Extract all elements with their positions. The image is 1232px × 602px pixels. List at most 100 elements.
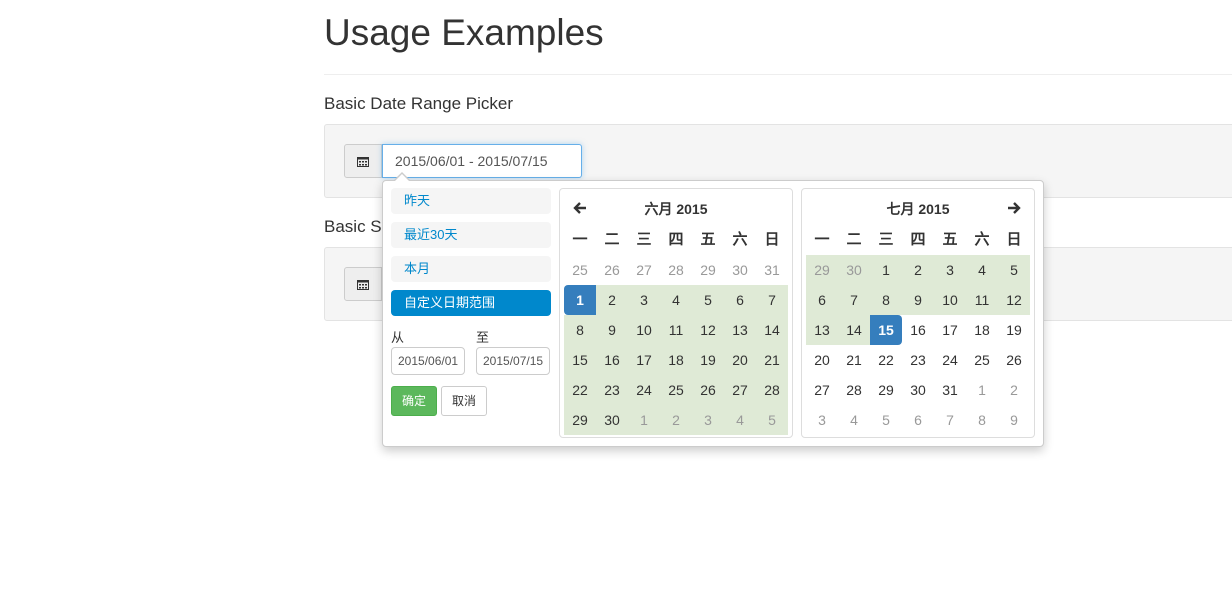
calendar-day[interactable]: 13: [724, 315, 756, 345]
calendar-day[interactable]: 19: [998, 315, 1030, 345]
calendar-title: 七月 2015: [886, 201, 950, 217]
calendar-day[interactable]: 30: [838, 255, 870, 285]
calendar-day[interactable]: 5: [692, 285, 724, 315]
calendar-day[interactable]: 3: [628, 285, 660, 315]
calendar-day[interactable]: 21: [838, 345, 870, 375]
calendar-day[interactable]: 4: [966, 255, 998, 285]
calendar-addon[interactable]: [344, 144, 382, 178]
calendar-day[interactable]: 12: [998, 285, 1030, 315]
calendar-day[interactable]: 29: [806, 255, 838, 285]
calendar-day[interactable]: 17: [934, 315, 966, 345]
calendar-day[interactable]: 2: [902, 255, 934, 285]
calendar-day[interactable]: 6: [902, 405, 934, 435]
calendar-day[interactable]: 24: [934, 345, 966, 375]
calendar-day[interactable]: 14: [838, 315, 870, 345]
calendar-day[interactable]: 26: [692, 375, 724, 405]
calendar-day[interactable]: 1: [564, 285, 596, 315]
calendar-day[interactable]: 5: [756, 405, 788, 435]
calendar-day[interactable]: 30: [724, 255, 756, 285]
calendar-day[interactable]: 9: [998, 405, 1030, 435]
calendar-day[interactable]: 11: [966, 285, 998, 315]
calendar-day[interactable]: 10: [628, 315, 660, 345]
calendar-day[interactable]: 13: [806, 315, 838, 345]
calendar-day[interactable]: 2: [998, 375, 1030, 405]
calendar-day[interactable]: 31: [756, 255, 788, 285]
calendar-day[interactable]: 30: [596, 405, 628, 435]
calendar-day[interactable]: 20: [724, 345, 756, 375]
calendar-day[interactable]: 1: [628, 405, 660, 435]
date-range-input[interactable]: [382, 144, 582, 178]
calendar-day[interactable]: 18: [660, 345, 692, 375]
calendar-addon-2[interactable]: [344, 267, 382, 301]
calendar-day[interactable]: 26: [596, 255, 628, 285]
calendar-day[interactable]: 27: [724, 375, 756, 405]
calendar-day[interactable]: 6: [806, 285, 838, 315]
weekday-header: 三: [636, 231, 652, 248]
calendar-day[interactable]: 25: [564, 255, 596, 285]
range-custom[interactable]: 自定义日期范围: [391, 290, 551, 316]
calendar-day[interactable]: 25: [966, 345, 998, 375]
calendar-day[interactable]: 16: [902, 315, 934, 345]
calendar-day[interactable]: 6: [724, 285, 756, 315]
calendar-day[interactable]: 8: [966, 405, 998, 435]
calendar-day[interactable]: 23: [596, 375, 628, 405]
calendar-day[interactable]: 19: [692, 345, 724, 375]
apply-button[interactable]: 确定: [391, 386, 437, 416]
calendar-day[interactable]: 18: [966, 315, 998, 345]
calendar-day[interactable]: 29: [564, 405, 596, 435]
range-this-month[interactable]: 本月: [391, 256, 551, 282]
calendar-day[interactable]: 11: [660, 315, 692, 345]
calendar-day[interactable]: 2: [596, 285, 628, 315]
calendar-day[interactable]: 23: [902, 345, 934, 375]
calendar-day[interactable]: 8: [564, 315, 596, 345]
calendar-day[interactable]: 14: [756, 315, 788, 345]
calendar-day[interactable]: 16: [596, 345, 628, 375]
calendar-day[interactable]: 27: [806, 375, 838, 405]
calendar-day[interactable]: 25: [660, 375, 692, 405]
calendar-day[interactable]: 24: [628, 375, 660, 405]
start-date-field[interactable]: [391, 347, 465, 375]
calendar-day[interactable]: 3: [934, 255, 966, 285]
calendar-day[interactable]: 7: [934, 405, 966, 435]
next-month-icon[interactable]: [1007, 201, 1021, 215]
calendar-day[interactable]: 30: [902, 375, 934, 405]
calendar-day[interactable]: 1: [966, 375, 998, 405]
calendar-day[interactable]: 10: [934, 285, 966, 315]
range-last-30-days[interactable]: 最近30天: [391, 222, 551, 248]
calendar-day[interactable]: 4: [838, 405, 870, 435]
calendar-grid: 一二三四五六日 25 26 27 28 29 30 31 1 2 3 4 5 6 7 8 9 10 11 12 13 14…: [564, 225, 788, 435]
calendar-day[interactable]: 9: [596, 315, 628, 345]
calendar-day[interactable]: 1: [870, 255, 902, 285]
calendar-day[interactable]: 28: [838, 375, 870, 405]
calendar-icon: [357, 156, 369, 167]
calendar-day[interactable]: 29: [870, 375, 902, 405]
calendar-day[interactable]: 17: [628, 345, 660, 375]
calendar-day[interactable]: 22: [564, 375, 596, 405]
calendar-day[interactable]: 5: [998, 255, 1030, 285]
calendar-day[interactable]: 12: [692, 315, 724, 345]
calendar-day[interactable]: 7: [838, 285, 870, 315]
calendar-day[interactable]: 4: [660, 285, 692, 315]
calendar-day[interactable]: 27: [628, 255, 660, 285]
calendar-day[interactable]: 5: [870, 405, 902, 435]
calendar-day[interactable]: 26: [998, 345, 1030, 375]
calendar-day[interactable]: 31: [934, 375, 966, 405]
calendar-day[interactable]: 3: [806, 405, 838, 435]
calendar-day[interactable]: 28: [756, 375, 788, 405]
calendar-day[interactable]: 4: [724, 405, 756, 435]
calendar-day[interactable]: 2: [660, 405, 692, 435]
calendar-day[interactable]: 3: [692, 405, 724, 435]
calendar-day[interactable]: 29: [692, 255, 724, 285]
end-date-field[interactable]: [476, 347, 550, 375]
calendar-day[interactable]: 7: [756, 285, 788, 315]
calendar-day[interactable]: 8: [870, 285, 902, 315]
calendar-day[interactable]: 22: [870, 345, 902, 375]
range-yesterday[interactable]: 昨天: [391, 188, 551, 214]
cancel-button[interactable]: 取消: [441, 386, 487, 416]
calendar-day[interactable]: 21: [756, 345, 788, 375]
calendar-day[interactable]: 9: [902, 285, 934, 315]
calendar-day[interactable]: 20: [806, 345, 838, 375]
calendar-day[interactable]: 15: [870, 315, 902, 345]
calendar-day[interactable]: 28: [660, 255, 692, 285]
calendar-day[interactable]: 15: [564, 345, 596, 375]
